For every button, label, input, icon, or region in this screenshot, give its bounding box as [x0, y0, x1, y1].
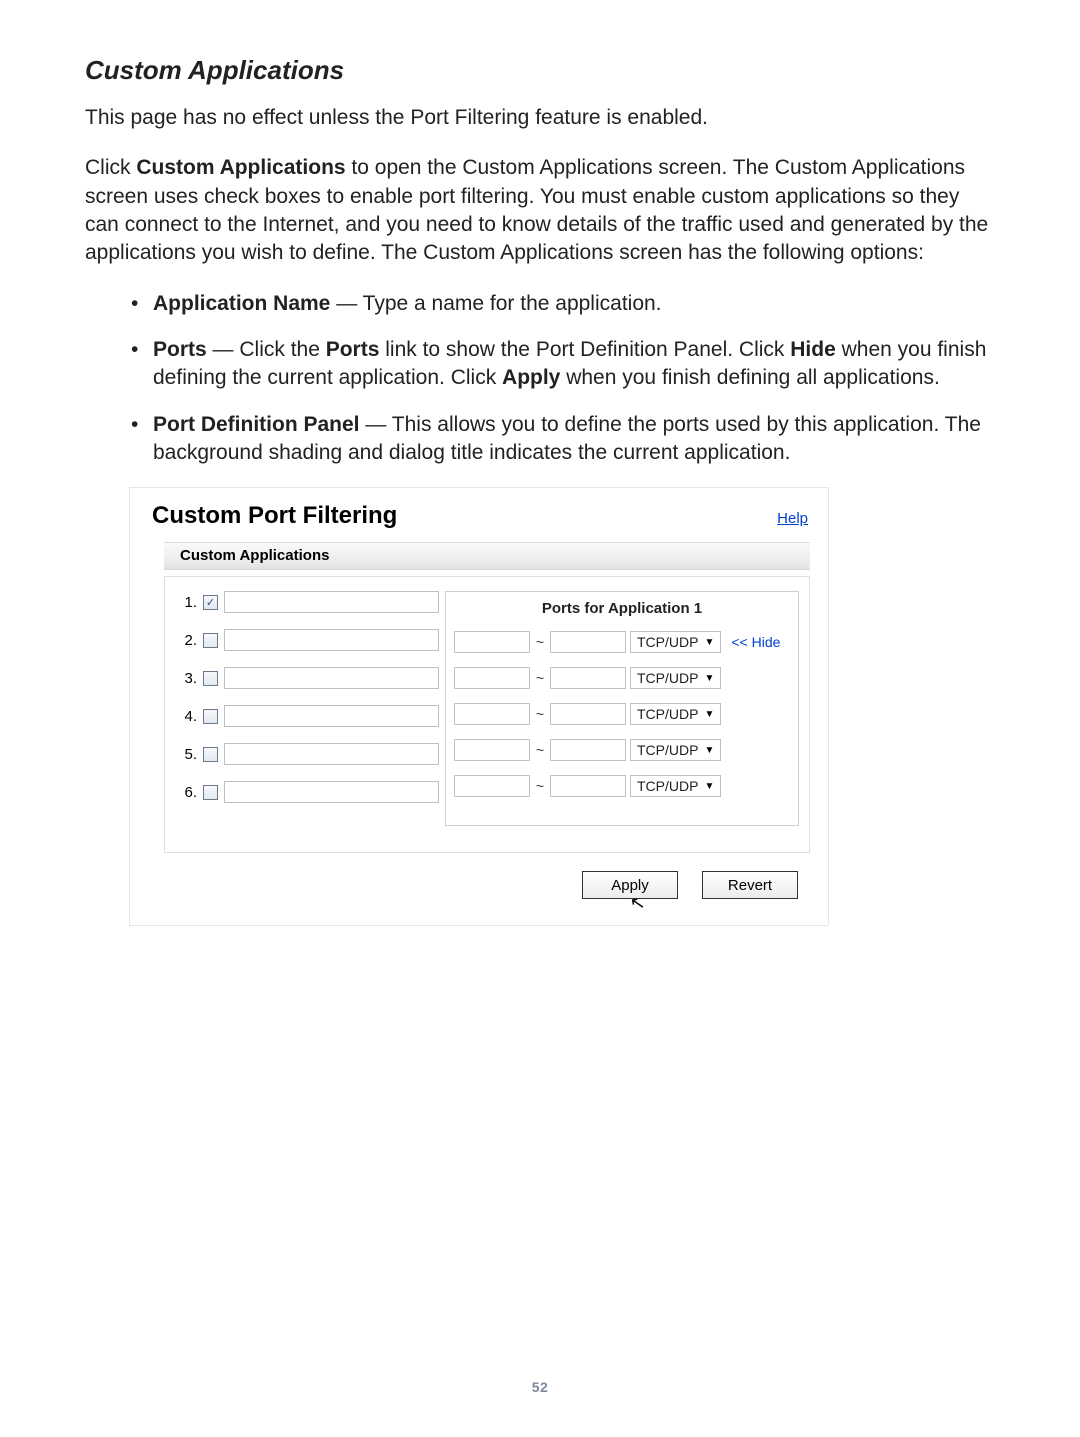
port-definition-column: Ports for Application 1 ~ TCP/UDP ▼ << Hide…: [445, 591, 799, 826]
application-row: 3.: [179, 667, 439, 689]
chevron-down-icon: ▼: [704, 673, 714, 684]
bullet-port-definition-panel: Port Definition Panel — This allows you …: [153, 411, 990, 468]
bullet2-mid2: link to show the Port Definition Panel. …: [379, 338, 790, 361]
protocol-select[interactable]: TCP/UDP ▼: [630, 631, 721, 653]
port-range-start-input[interactable]: [454, 631, 530, 653]
para2-prefix: Click: [85, 156, 136, 179]
chevron-down-icon: ▼: [704, 781, 714, 792]
chevron-down-icon: ▼: [704, 637, 714, 648]
application-row-number: 2.: [179, 632, 197, 649]
bullet2-bold2: Ports: [326, 338, 380, 361]
application-name-input[interactable]: [224, 705, 439, 727]
protocol-select-value: TCP/UDP: [637, 670, 698, 686]
application-enable-checkbox[interactable]: [203, 633, 218, 648]
apply-button[interactable]: Apply: [582, 871, 678, 899]
application-enable-checkbox[interactable]: [203, 671, 218, 686]
chevron-down-icon: ▼: [704, 709, 714, 720]
port-range-separator: ~: [534, 778, 546, 794]
page-number: 52: [0, 1379, 1080, 1395]
bullet2-bold3: Hide: [790, 338, 836, 361]
protocol-select[interactable]: TCP/UDP ▼: [630, 775, 721, 797]
port-row: ~ TCP/UDP ▼: [452, 703, 792, 725]
bullet-ports: Ports — Click the Ports link to show the…: [153, 336, 990, 393]
bullet2-bold4: Apply: [502, 366, 560, 389]
port-range-end-input[interactable]: [550, 667, 626, 689]
port-range-start-input[interactable]: [454, 775, 530, 797]
application-row: 2.: [179, 629, 439, 651]
application-name-input[interactable]: [224, 667, 439, 689]
description-paragraph: Click Custom Applications to open the Cu…: [85, 154, 990, 267]
protocol-select-value: TCP/UDP: [637, 778, 698, 794]
intro-paragraph: This page has no effect unless the Port …: [85, 104, 990, 132]
protocol-select-value: TCP/UDP: [637, 634, 698, 650]
port-range-start-input[interactable]: [454, 739, 530, 761]
port-range-start-input[interactable]: [454, 667, 530, 689]
application-row-number: 6.: [179, 784, 197, 801]
bullet2-mid4: when you finish defining all application…: [560, 366, 939, 389]
protocol-select-value: TCP/UDP: [637, 742, 698, 758]
panel-title: Custom Port Filtering: [152, 502, 397, 530]
ports-panel-title: Ports for Application 1: [452, 600, 792, 617]
application-enable-checkbox[interactable]: [203, 785, 218, 800]
bullet1-bold: Application Name: [153, 292, 330, 315]
protocol-select[interactable]: TCP/UDP ▼: [630, 703, 721, 725]
bullet1-rest: — Type a name for the application.: [330, 292, 661, 315]
application-row: 6.: [179, 781, 439, 803]
custom-applications-subheader: Custom Applications: [164, 542, 810, 570]
section-title: Custom Applications: [85, 55, 990, 86]
application-name-input[interactable]: [224, 629, 439, 651]
port-row: ~ TCP/UDP ▼ << Hide: [452, 631, 792, 653]
bullet3-bold: Port Definition Panel: [153, 413, 360, 436]
button-row: Apply ↖ Revert: [150, 871, 798, 899]
port-range-end-input[interactable]: [550, 775, 626, 797]
port-range-end-input[interactable]: [550, 631, 626, 653]
application-row-number: 5.: [179, 746, 197, 763]
application-name-input[interactable]: [224, 743, 439, 765]
port-range-separator: ~: [534, 742, 546, 758]
applications-box: 1. ✓ 2. 3. 4. 5. 6. Ports for Application 1 ~ T…: [164, 576, 810, 853]
para2-bold: Custom Applications: [136, 156, 345, 179]
application-enable-checkbox[interactable]: [203, 709, 218, 724]
bullet-application-name: Application Name — Type a name for the a…: [153, 290, 990, 318]
port-range-start-input[interactable]: [454, 703, 530, 725]
application-row: 1. ✓: [179, 591, 439, 613]
revert-button[interactable]: Revert: [702, 871, 798, 899]
custom-port-filtering-panel: Custom Port Filtering Help Custom Applic…: [129, 487, 829, 926]
application-row: 4.: [179, 705, 439, 727]
protocol-select-value: TCP/UDP: [637, 706, 698, 722]
application-list-column: 1. ✓ 2. 3. 4. 5. 6.: [179, 591, 439, 826]
application-row-number: 4.: [179, 708, 197, 725]
bullet2-mid1: — Click the: [207, 338, 326, 361]
port-range-end-input[interactable]: [550, 739, 626, 761]
port-rows-container: ~ TCP/UDP ▼ << Hide ~ TCP/UDP ▼ ~ TCP/UDP ▼ ~ TCP/U…: [452, 631, 792, 797]
application-name-input[interactable]: [224, 591, 439, 613]
protocol-select[interactable]: TCP/UDP ▼: [630, 667, 721, 689]
chevron-down-icon: ▼: [704, 745, 714, 756]
port-row: ~ TCP/UDP ▼: [452, 775, 792, 797]
application-row-number: 3.: [179, 670, 197, 687]
hide-ports-link[interactable]: << Hide: [731, 634, 780, 650]
bullet2-bold1: Ports: [153, 338, 207, 361]
help-link[interactable]: Help: [777, 510, 808, 527]
port-range-separator: ~: [534, 634, 546, 650]
port-range-separator: ~: [534, 706, 546, 722]
port-range-separator: ~: [534, 670, 546, 686]
application-enable-checkbox[interactable]: ✓: [203, 595, 218, 610]
port-row: ~ TCP/UDP ▼: [452, 739, 792, 761]
application-name-input[interactable]: [224, 781, 439, 803]
application-enable-checkbox[interactable]: [203, 747, 218, 762]
protocol-select[interactable]: TCP/UDP ▼: [630, 739, 721, 761]
port-row: ~ TCP/UDP ▼: [452, 667, 792, 689]
application-row-number: 1.: [179, 594, 197, 611]
options-list: Application Name — Type a name for the a…: [85, 290, 990, 468]
application-row: 5.: [179, 743, 439, 765]
port-range-end-input[interactable]: [550, 703, 626, 725]
